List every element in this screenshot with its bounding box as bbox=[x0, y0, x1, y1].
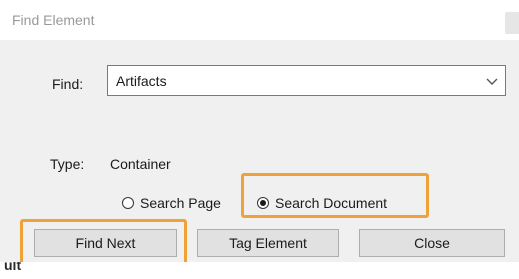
tag-element-button[interactable]: Tag Element bbox=[197, 229, 339, 257]
find-next-highlight bbox=[20, 219, 187, 265]
window-close-button[interactable] bbox=[505, 12, 519, 34]
chevron-down-icon[interactable] bbox=[485, 74, 499, 88]
search-page-label: Search Page bbox=[140, 195, 221, 211]
dialog-title: Find Element bbox=[12, 12, 95, 28]
caption-fragment: ult bbox=[0, 262, 519, 279]
title-bar: Find Element bbox=[0, 0, 519, 40]
caption-fragment-text: ult bbox=[4, 262, 22, 273]
close-button[interactable]: Close bbox=[359, 229, 505, 257]
search-page-radio[interactable]: Search Page bbox=[122, 195, 221, 211]
search-page-radio-circle[interactable] bbox=[122, 197, 134, 209]
type-label: Type: bbox=[50, 156, 85, 172]
find-label: Find: bbox=[52, 76, 84, 92]
search-document-highlight bbox=[241, 173, 429, 218]
find-element-dialog: Find Element Find: Artifacts Type: Conta… bbox=[0, 0, 519, 265]
find-combobox[interactable]: Artifacts bbox=[107, 65, 506, 96]
find-combobox-value: Artifacts bbox=[116, 73, 167, 89]
type-value: Container bbox=[110, 156, 171, 172]
